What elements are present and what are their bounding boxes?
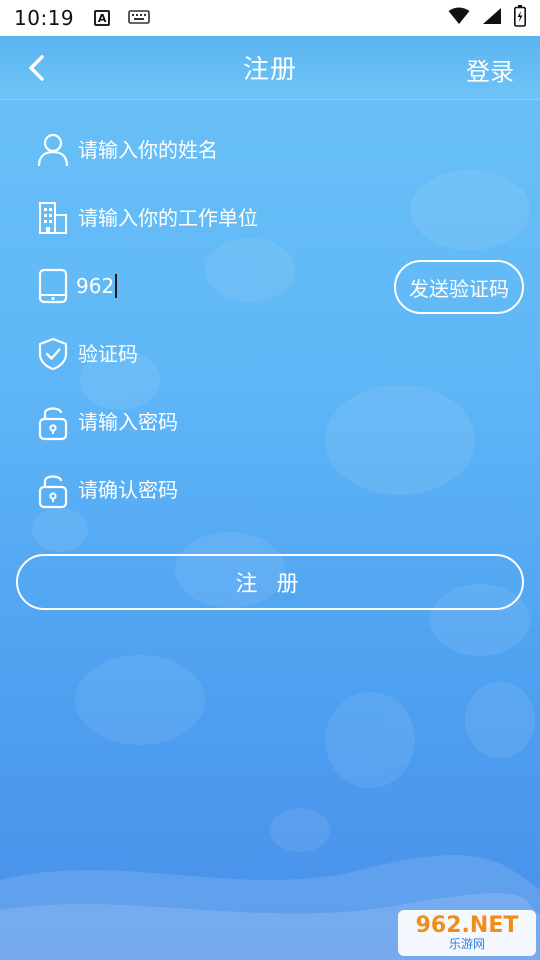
watermark-brand: 962.NET [415,913,519,938]
watermark-site: 乐游网 [448,937,485,951]
confirm-password-row [36,468,516,512]
company-row [36,196,516,240]
login-link[interactable]: 登录 [466,52,514,87]
password-row [36,400,516,444]
status-time: 10:19 [14,6,75,30]
user-icon [36,133,70,167]
phone-row: 962 [36,264,376,308]
status-bar: 10:19 A [0,0,540,36]
name-row [36,128,516,172]
watermark-logo: 962.NET 乐游网 [398,910,536,956]
status-right [448,5,526,31]
register-button[interactable]: 注 册 [16,554,524,610]
lock-icon [36,473,70,509]
text-caret [115,274,118,298]
wifi-icon [448,7,470,29]
company-input[interactable] [78,198,378,238]
back-button[interactable] [22,52,54,84]
confirm-password-input[interactable] [78,470,378,510]
building-icon [36,201,70,235]
signal-icon [482,7,502,29]
phone-input[interactable]: 962 [76,274,118,298]
phone-icon [36,268,70,304]
shield-check-icon [36,337,70,371]
page-title: 注册 [242,55,297,85]
send-code-button[interactable]: 发送验证码 [394,260,524,314]
lock-icon [36,405,70,441]
keyboard-icon [128,9,150,28]
status-a-icon: A [94,10,111,26]
code-input[interactable] [78,334,378,374]
code-row [36,332,516,376]
phone-input-value: 962 [76,274,115,298]
title-bar: 注册 登录 [0,36,540,100]
name-input[interactable] [78,130,378,170]
battery-icon [514,5,526,31]
chevron-left-icon [29,55,44,81]
password-input[interactable] [78,402,378,442]
